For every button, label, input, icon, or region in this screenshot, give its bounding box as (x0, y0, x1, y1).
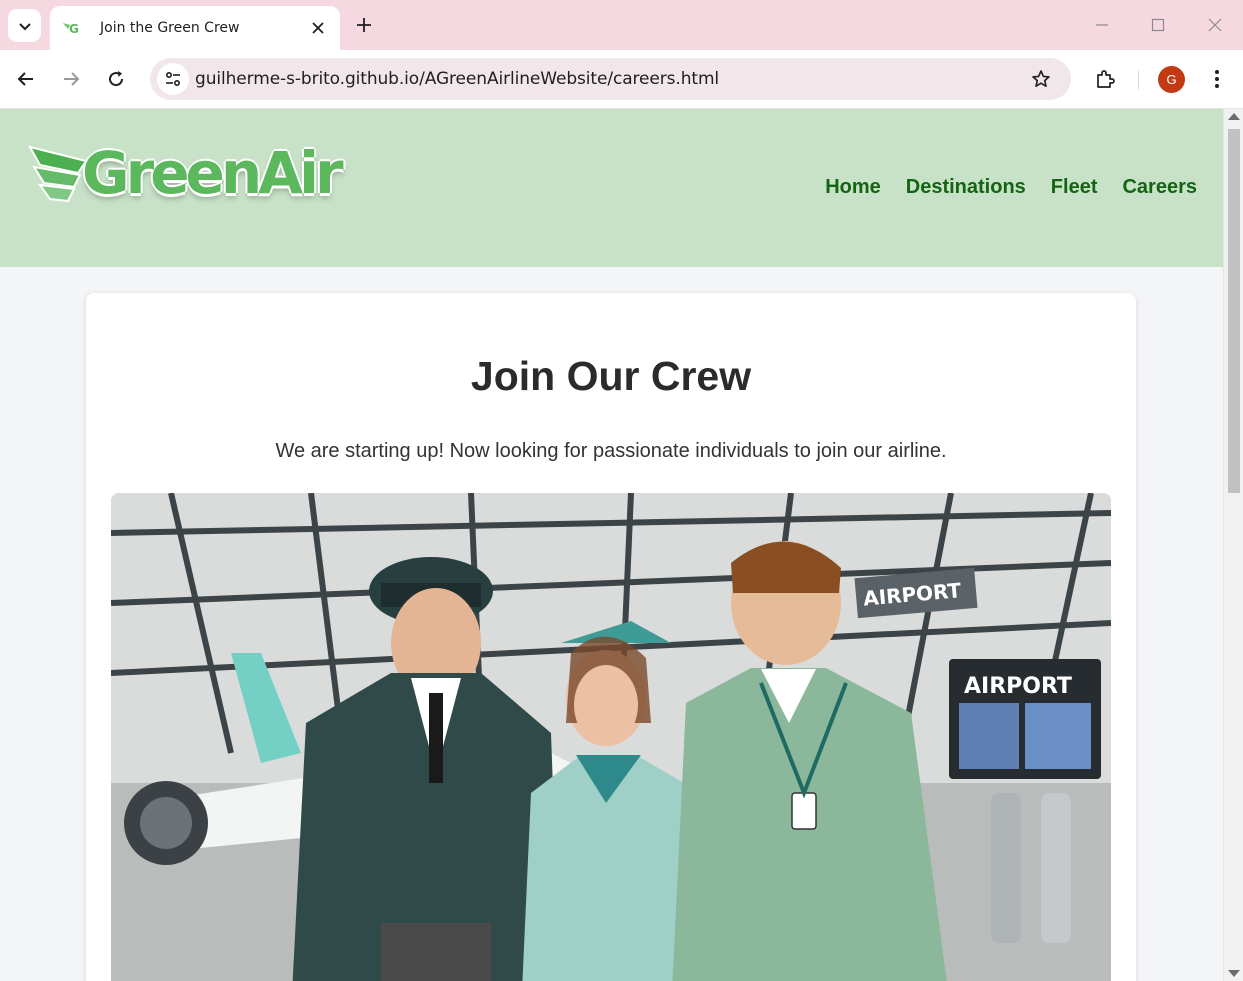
arrow-right-icon (64, 72, 80, 86)
airport-sign-board: AIRPORT (964, 674, 1072, 699)
maximize-icon (1151, 18, 1165, 32)
close-icon (312, 22, 324, 34)
tune-icon (165, 71, 181, 87)
address-bar[interactable]: guilherme-s-brito.github.io/AGreenAirlin… (150, 58, 1071, 100)
page-scrollbar[interactable] (1223, 109, 1243, 981)
back-button[interactable] (14, 67, 38, 91)
minimize-button[interactable] (1090, 13, 1114, 37)
greenair-favicon-icon: G (62, 18, 82, 38)
nav-fleet-link[interactable]: Fleet (1051, 176, 1098, 199)
crew-illustration: AIRPORT AIRPORT (111, 493, 1111, 981)
active-tab[interactable]: G Join the Green Crew (50, 6, 340, 50)
tab-close-button[interactable] (308, 18, 328, 38)
minimize-icon (1096, 24, 1108, 26)
extensions-button[interactable] (1093, 67, 1117, 91)
scroll-down-arrow[interactable] (1228, 970, 1240, 977)
forward-button[interactable] (59, 67, 83, 91)
scroll-thumb[interactable] (1228, 129, 1240, 493)
tab-strip: G Join the Green Crew (0, 0, 1243, 50)
site-info-button[interactable] (157, 63, 189, 95)
page-title: Join Our Crew (470, 353, 752, 399)
site-header: GreenAir Home Destinations Fleet Careers (0, 109, 1223, 267)
nav-destinations-link[interactable]: Destinations (906, 176, 1026, 199)
maximize-button[interactable] (1146, 13, 1170, 37)
puzzle-icon (1097, 70, 1115, 88)
chevron-down-icon (18, 22, 31, 30)
greenair-logo[interactable]: GreenAir (28, 137, 344, 213)
page-viewport: GreenAir Home Destinations Fleet Careers… (0, 109, 1243, 981)
url-text: guilherme-s-brito.github.io/AGreenAirlin… (195, 69, 720, 89)
main-nav: Home Destinations Fleet Careers (825, 176, 1197, 199)
star-icon (1032, 70, 1050, 87)
new-tab-button[interactable] (352, 13, 376, 37)
nav-home-link[interactable]: Home (825, 176, 881, 199)
tab-title: Join the Green Crew (100, 20, 240, 36)
plus-icon (357, 18, 371, 32)
svg-text:G: G (69, 22, 79, 36)
reload-icon (109, 71, 124, 87)
browser-toolbar: guilherme-s-brito.github.io/AGreenAirlin… (0, 50, 1243, 109)
toolbar-divider (1138, 71, 1139, 89)
tab-search-button[interactable] (8, 9, 41, 42)
close-window-button[interactable] (1203, 13, 1227, 37)
crew-hero-image: AIRPORT AIRPORT (111, 493, 1111, 981)
close-icon (1208, 18, 1222, 32)
profile-initial: G (1166, 72, 1177, 87)
scroll-up-arrow[interactable] (1228, 113, 1240, 120)
browser-menu-button[interactable] (1205, 67, 1229, 91)
bookmark-button[interactable] (1029, 67, 1053, 91)
reload-button[interactable] (104, 67, 128, 91)
nav-careers-link[interactable]: Careers (1122, 176, 1197, 199)
logo-text: GreenAir (82, 139, 344, 207)
intro-text: We are starting up! Now looking for pass… (275, 440, 947, 462)
arrow-left-icon (17, 72, 33, 86)
careers-card: Join Our Crew We are starting up! Now lo… (86, 293, 1136, 981)
profile-avatar[interactable]: G (1158, 66, 1185, 93)
more-vert-icon (1215, 70, 1219, 88)
